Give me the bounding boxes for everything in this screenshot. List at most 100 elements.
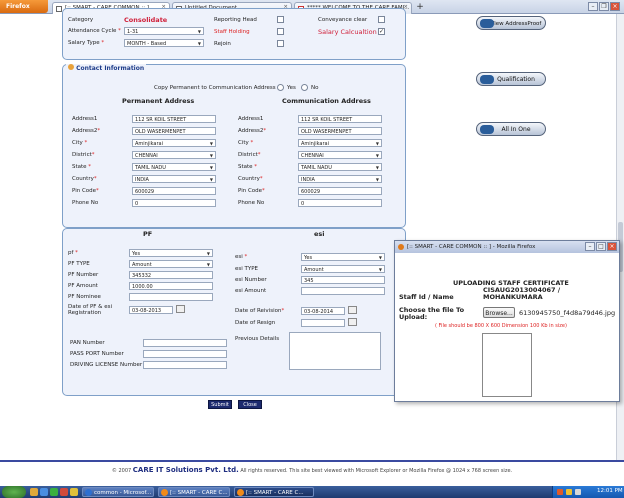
comm-address1-input[interactable]: 112 SR KOIL STREET (298, 115, 382, 123)
staff-holding-checkbox[interactable] (277, 28, 284, 35)
perm-state-select[interactable]: TAMIL NADU (132, 163, 216, 171)
pan-number-input[interactable] (143, 339, 227, 347)
esi-number-input[interactable]: 345 (301, 276, 385, 284)
copy-address-no-radio[interactable] (301, 84, 308, 91)
pf-nominee-input[interactable] (129, 293, 213, 301)
quick-launch-icon[interactable] (30, 488, 38, 496)
tray-icon[interactable] (566, 489, 572, 495)
comm-city-select[interactable]: Aminjikarai (298, 139, 382, 147)
popup-minimize-icon[interactable]: – (585, 242, 595, 251)
pan-number-label: PAN Number (70, 340, 105, 346)
tray-icon[interactable] (557, 489, 563, 495)
pf-select[interactable]: Yes (129, 249, 213, 257)
firefox-menu-button[interactable]: Firefox (0, 0, 48, 13)
calendar-icon[interactable] (348, 318, 357, 326)
perm-pincode-input[interactable]: 600029 (132, 187, 216, 195)
comm-address1-label: Address1 (238, 116, 264, 122)
no-label: No (311, 85, 319, 91)
perm-city-select[interactable]: Aminjikarai (132, 139, 216, 147)
esi-amount-label: esi Amount (235, 288, 267, 294)
popup-close-icon[interactable]: × (607, 242, 617, 251)
taskbar-app-icon (161, 489, 168, 496)
browse-button[interactable]: Browse... (483, 307, 515, 318)
perm-pincode-label: Pin Code* (72, 188, 99, 194)
driving-license-input[interactable] (143, 361, 227, 369)
comm-state-select[interactable]: TAMIL NADU (298, 163, 382, 171)
pf-number-input[interactable]: 345332 (129, 271, 213, 279)
info-icon (68, 64, 74, 70)
quick-launch-icon[interactable] (70, 488, 78, 496)
graduation-cap-icon (480, 75, 494, 84)
taskbar-item-common[interactable]: common - Microsof... (82, 487, 154, 497)
pf-amount-input[interactable]: 1000.00 (129, 282, 213, 290)
comm-country-select[interactable]: INDIA (298, 175, 382, 183)
close-window-icon[interactable]: × (610, 2, 620, 11)
perm-district-select[interactable]: CHENNAI (132, 151, 216, 159)
perm-country-label: Country* (72, 176, 97, 182)
salary-type-label: Salary Type * (68, 40, 105, 46)
choose-file-label: Choose the file To Upload: (399, 306, 465, 321)
comm-pincode-input[interactable]: 600029 (298, 187, 382, 195)
rejoin-label: Rejoin (214, 41, 231, 47)
qualification-button[interactable]: Qualification (476, 72, 546, 86)
minimize-window-icon[interactable]: – (588, 2, 598, 11)
quick-launch-icon[interactable] (40, 488, 48, 496)
restore-window-icon[interactable]: ❐ (599, 2, 609, 11)
comm-address2-input[interactable]: OLD WASERMENPET (298, 127, 382, 135)
new-tab-button[interactable]: + (414, 2, 426, 13)
category-label: Category (68, 17, 94, 23)
esi-type-select[interactable]: Amount (301, 265, 385, 273)
perm-country-select[interactable]: INDIA (132, 175, 216, 183)
esi-amount-input[interactable] (301, 287, 385, 295)
perm-address2-input[interactable]: OLD WASERMENPET (132, 127, 216, 135)
taskbar-item-smart-care-2[interactable]: [:: SMART - CARE C... (234, 487, 314, 497)
yes-label: Yes (287, 85, 296, 91)
pf-registration-date-input[interactable]: 03-08-2013 (129, 306, 173, 314)
salary-calculation-checkbox[interactable]: ✓ (378, 28, 385, 35)
footer-rights: All rights reserved. This site best view… (240, 468, 513, 474)
comm-phone-input[interactable]: 0 (298, 199, 382, 207)
pf-nominee-label: PF Nominee (68, 294, 101, 300)
quick-launch-icon[interactable] (50, 488, 58, 496)
quick-launch-icon[interactable] (60, 488, 68, 496)
start-button[interactable] (2, 486, 26, 498)
contact-information-legend: Contact Information (66, 64, 147, 72)
salary-calculation-label: Salary Calcualtion (318, 28, 377, 36)
close-button[interactable]: Close (238, 400, 262, 409)
passport-number-input[interactable] (143, 350, 227, 358)
selected-file-name: 6130945750_f4d8a79d46.jpg (519, 309, 616, 317)
taskbar-app-icon (85, 489, 92, 496)
comm-district-select[interactable]: CHENNAI (298, 151, 382, 159)
volume-icon[interactable] (575, 489, 581, 495)
pf-type-select[interactable]: Amount (129, 260, 213, 268)
copy-address-yes-radio[interactable] (277, 84, 284, 91)
taskbar-item-smart-care-1[interactable]: [:: SMART - CARE C... (158, 487, 230, 497)
salary-type-select[interactable]: MONTH - Based (124, 39, 204, 47)
comm-city-label: City * (238, 140, 254, 146)
perm-phone-input[interactable]: 0 (132, 199, 216, 207)
calendar-icon[interactable] (348, 306, 357, 314)
all-in-one-button[interactable]: All In One (476, 122, 546, 136)
view-address-proof-button[interactable]: View AddressProof (476, 16, 546, 30)
id-card-icon (480, 19, 494, 28)
conveyance-clear-checkbox[interactable] (378, 16, 385, 23)
windows-taskbar: common - Microsof... [:: SMART - CARE C.… (0, 486, 624, 498)
rejoin-checkbox[interactable] (277, 40, 284, 47)
revision-date-input[interactable]: 03-08-2014 (301, 307, 345, 315)
driving-license-label: DRIVING LICENSE Number (70, 362, 143, 368)
submit-button[interactable]: Submit (208, 400, 232, 409)
reporting-head-checkbox[interactable] (277, 16, 284, 23)
perm-address1-label: Address1 (72, 116, 98, 122)
popup-maximize-icon[interactable]: □ (596, 242, 606, 251)
perm-address1-input[interactable]: 112 SR KOIL STREET (132, 115, 216, 123)
resign-date-label: Date of Resign (235, 320, 276, 326)
button-label: All In One (501, 126, 531, 133)
attendance-cycle-select[interactable]: 1-31 (124, 27, 204, 35)
previous-details-textarea[interactable] (289, 332, 381, 370)
esi-select[interactable]: Yes (301, 253, 385, 261)
calendar-icon[interactable] (176, 305, 185, 313)
clock: 12:01 PM (597, 488, 623, 494)
passport-number-label: PASS PORT Number (70, 351, 124, 357)
previous-details-label: Previous Details (235, 336, 280, 342)
resign-date-input[interactable] (301, 319, 345, 327)
